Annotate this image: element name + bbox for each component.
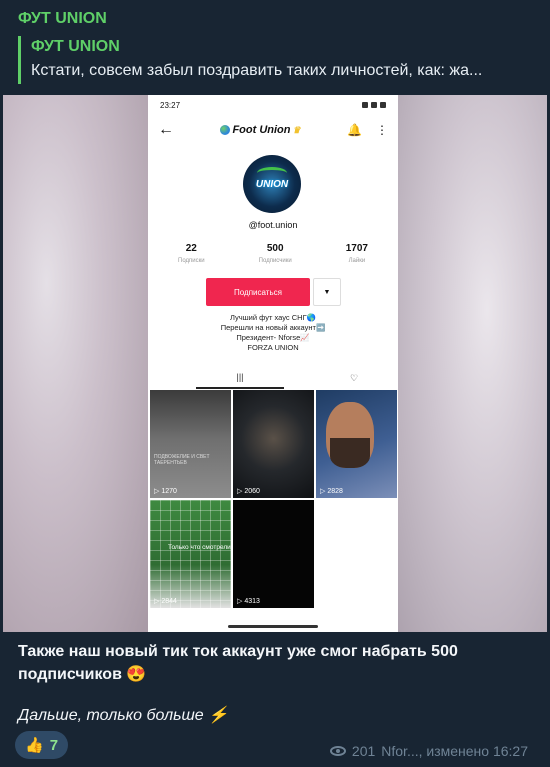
back-arrow-icon: ←: [158, 121, 174, 138]
stat-label: Лайки: [348, 258, 366, 264]
nav-actions: 🔔 ⋮: [347, 123, 388, 137]
globe-icon: [220, 125, 231, 135]
video-thumb: ▷ 2828: [316, 390, 397, 498]
follow-dropdown-icon: ▼: [313, 278, 341, 306]
status-icons: [362, 102, 386, 108]
follow-button: Подписаться: [206, 278, 310, 306]
video-grid: ПОДВОЖЕЛИЕ И СВЕТ ТАЕРЕНТЬЕВ ▷ 1270 ▷ 20…: [150, 390, 398, 608]
profile-title: Foot Union ♛: [220, 124, 301, 136]
video-overlay-text: Только что смотрели: [168, 544, 231, 551]
video-thumb: ПОДВОЖЕЛИЕ И СВЕТ ТАЕРЕНТЬЕВ ▷ 1270: [150, 390, 231, 498]
stat-following: 22 Подписки: [178, 243, 205, 264]
stat-number: 500: [266, 243, 284, 254]
reply-text: Кстати, совсем забыл поздравить таких ли…: [31, 62, 483, 79]
profile-bio: Лучший фут хаус СНГ🌎 Перешли на новый ак…: [148, 313, 398, 353]
video-views: ▷ 2828: [320, 488, 343, 495]
media-blur-right: [397, 95, 547, 632]
video-views: ▷ 2844: [154, 598, 177, 605]
stat-followers: 500 Подписчики: [259, 243, 292, 264]
views-eye-icon: [329, 746, 346, 756]
signal-icon: [371, 102, 377, 108]
stat-label: Подписчики: [258, 258, 292, 264]
liked-tab-icon: ♡: [349, 372, 359, 383]
home-indicator: [228, 625, 318, 628]
more-icon: ⋮: [375, 123, 388, 137]
bell-icon: 🔔: [347, 123, 362, 137]
reaction-button[interactable]: 👍 7: [15, 731, 69, 759]
videos-grid-tab-icon: |||: [196, 367, 284, 389]
battery-icon: [380, 102, 386, 108]
profile-title-text: Foot Union: [232, 124, 291, 136]
player-beard-shape: [330, 438, 370, 468]
video-views: ▷ 2060: [237, 488, 260, 495]
profile-avatar: UNION: [243, 155, 301, 213]
phone-status-bar: 23:27: [148, 95, 398, 115]
thumbs-up-icon: 👍: [25, 737, 44, 754]
bio-line: Лучший фут хаус СНГ🌎: [230, 313, 316, 322]
bio-line: Президент- Nforse📈: [236, 333, 310, 342]
phone-screenshot: 23:27 ← Foot Union ♛ 🔔 ⋮ UNION @foot.uni…: [148, 95, 398, 632]
message-bubble: ФУТ UNION ФУТ UNION Кстати, совсем забыл…: [0, 0, 550, 767]
media-blur-left: [3, 95, 148, 632]
message-meta: 201 Nfor..., изменено 16:27: [329, 743, 528, 759]
video-views: ▷ 4313: [237, 598, 260, 605]
view-count: 201: [351, 743, 376, 759]
message-caption: Также наш новый тик ток аккаунт уже смог…: [18, 643, 458, 683]
author-edited: Nfor..., изменено 16:27: [381, 743, 528, 759]
video-thumb: Только что смотрели ▷ 2844: [150, 500, 231, 608]
video-thumb: ▷ 2060: [233, 390, 314, 498]
profile-handle: @foot.union: [248, 220, 298, 230]
crown-icon: ♛: [292, 124, 301, 135]
media-image[interactable]: 23:27 ← Foot Union ♛ 🔔 ⋮ UNION @foot.uni…: [3, 95, 547, 632]
bio-line: FORZA UNION: [247, 343, 299, 352]
phone-nav: ← Foot Union ♛ 🔔 ⋮: [148, 115, 398, 145]
stat-likes: 1707 Лайки: [346, 243, 368, 264]
reply-preview[interactable]: ФУТ UNION Кстати, совсем забыл поздравит…: [18, 36, 538, 84]
avatar-leaf-shape: [257, 167, 287, 179]
phone-time: 23:27: [160, 100, 181, 110]
stat-number: 22: [185, 243, 197, 254]
profile-stats: 22 Подписки 500 Подписчики 1707 Лайки: [178, 243, 368, 264]
channel-name[interactable]: ФУТ UNION: [18, 10, 107, 28]
stat-number: 1707: [345, 243, 368, 254]
profile-tabs: ||| ♡: [148, 367, 398, 389]
video-thumb: ▷ 4313: [233, 500, 314, 608]
goal-net-shape: [150, 500, 231, 608]
message-subtext: Дальше, только больше ⚡: [18, 707, 229, 724]
empty-cell: [316, 500, 397, 608]
stat-label: Подписки: [178, 258, 205, 264]
reaction-count: 7: [49, 736, 59, 754]
video-overlay-text: ПОДВОЖЕЛИЕ И СВЕТ ТАЕРЕНТЬЕВ: [154, 454, 210, 466]
video-views: ▷ 1270: [154, 488, 177, 495]
avatar-logo: UNION: [255, 178, 289, 190]
bio-line: Перешли на новый аккаунт➡️: [220, 323, 326, 332]
notification-icon: [362, 102, 368, 108]
reply-title: ФУТ UNION: [31, 38, 120, 55]
